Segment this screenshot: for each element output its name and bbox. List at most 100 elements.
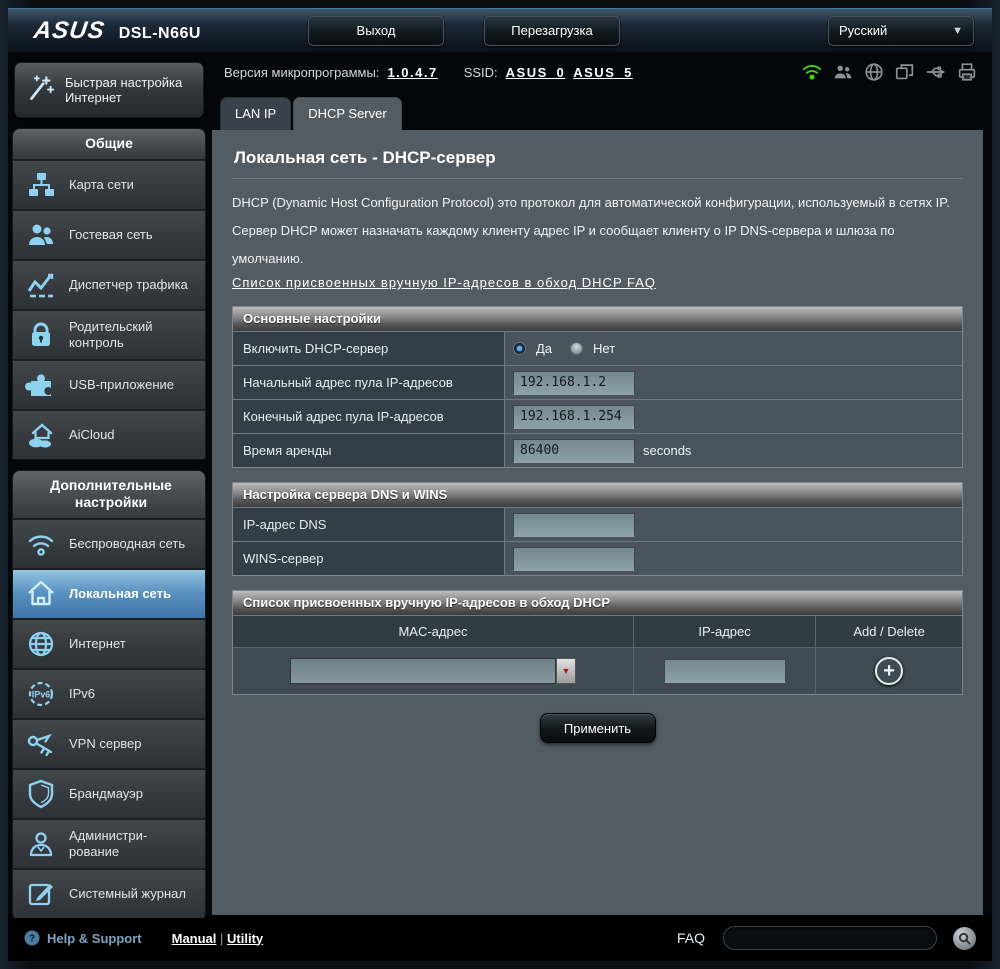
tab-bar: LAN IP DHCP Server [212,92,992,130]
sidebar-item-label: AiCloud [69,427,197,443]
faq-search-input[interactable] [734,931,926,945]
sidebar-item-wireless[interactable]: Беспроводная сеть [13,518,205,568]
sidebar-group-advanced: Дополнительные настройки Беспроводная се… [12,470,206,919]
sidebar-item-usb-application[interactable]: USB-приложение [13,359,205,409]
add-delete-column-header: Add / Delete [816,616,962,647]
manual-link[interactable]: Manual [172,931,217,946]
add-entry-button[interactable]: + [875,657,903,685]
cloud-home-icon [23,419,59,451]
chevron-down-icon: ▼ [952,25,963,37]
logout-button[interactable]: Выход [308,16,444,46]
manual-ip-input[interactable] [664,659,786,683]
globe-icon [23,628,59,660]
ipv6-icon: IPv6 [23,678,59,710]
sidebar-item-label: Карта сети [69,177,197,193]
tab-lan-ip[interactable]: LAN IP [220,97,291,130]
wins-input[interactable] [513,547,635,571]
shield-icon [23,778,59,810]
manual-entry-row: ▼ + [233,647,962,694]
sidebar-item-parental-control[interactable]: Родительский контроль [13,309,205,359]
footer-links: Manual | Utility [172,931,264,946]
lease-time-input[interactable] [513,439,635,463]
magnifier-icon [958,932,971,945]
sidebar-group-general: Общие Карта сети Гостевая сеть [12,128,206,460]
lease-time-label: Время аренды [233,434,505,467]
printer-status-icon[interactable] [956,61,978,83]
dhcp-no-radio[interactable] [570,342,583,355]
puzzle-icon [23,369,59,401]
sidebar-item-administration[interactable]: Администри- рование [13,818,205,868]
pool-end-row: Конечный адрес пула IP-адресов [233,399,962,433]
wins-row: WINS-сервер [233,541,962,575]
manual-assignment-header: Список присвоенных вручную IP-адресов в … [233,591,962,615]
app-window: ASUS DSL-N66U Выход Перезагрузка Русский… [8,8,992,961]
ssid-link-1[interactable]: ASUS_0 [506,65,566,80]
language-select[interactable]: Русский ▼ [828,16,974,46]
main-area: Версия микропрограммы: 1.0.4.7 SSID: ASU… [212,52,992,915]
sidebar-item-vpn-server[interactable]: VPN сервер [13,718,205,768]
mac-input[interactable] [290,658,556,684]
lease-unit-label: seconds [643,443,691,458]
links-separator: | [220,931,223,946]
sidebar-item-label: Гостевая сеть [69,227,197,243]
faq-search-button[interactable] [953,927,976,950]
pool-end-label: Конечный адрес пула IP-адресов [233,400,505,433]
sidebar-item-firewall[interactable]: Брандмауэр [13,768,205,818]
lan-ports-status-icon[interactable] [894,61,916,83]
network-map-icon [23,169,59,201]
tab-dhcp-server[interactable]: DHCP Server [293,97,402,130]
manual-assignment-faq-link[interactable]: Список присвоенных вручную IP-адресов в … [232,275,656,290]
brand: ASUS DSL-N66U [8,17,308,45]
mac-column-header: MAC-адрес [233,616,634,647]
language-value: Русский [839,23,887,38]
dhcp-yes-label: Да [536,341,552,356]
guest-network-icon [23,219,59,251]
sidebar-item-aicloud[interactable]: AiCloud [13,409,205,459]
mac-dropdown-button[interactable]: ▼ [556,658,576,684]
dns-input[interactable] [513,513,635,537]
sidebar-item-system-log[interactable]: Системный журнал [13,868,205,918]
pool-start-input[interactable] [513,371,635,395]
sidebar-item-internet[interactable]: Интернет [13,618,205,668]
sidebar-item-label: USB-приложение [69,377,197,393]
sidebar-item-guest-network[interactable]: Гостевая сеть [13,209,205,259]
svg-text:?: ? [29,934,35,945]
faq-label: FAQ [677,930,705,946]
help-support-link[interactable]: ? Help & Support [24,930,142,946]
apply-button[interactable]: Применить [540,713,656,743]
sidebar-item-network-map[interactable]: Карта сети [13,159,205,209]
sidebar-group-advanced-header: Дополнительные настройки [13,471,206,518]
usb-status-icon[interactable] [925,61,947,83]
help-support-label: Help & Support [47,931,142,946]
sidebar-item-label: Диспетчер трафика [69,277,197,293]
sidebar-item-ipv6[interactable]: IPv6 IPv6 [13,668,205,718]
enable-dhcp-row: Включить DHCP-сервер Да Нет [233,331,962,365]
sidebar-item-local-network[interactable]: Локальная сеть [13,568,205,618]
sidebar-item-label: Локальная сеть [69,586,197,602]
reboot-button[interactable]: Перезагрузка [484,16,620,46]
pool-end-input[interactable] [513,405,635,429]
clients-status-icon[interactable] [832,61,854,83]
plus-icon: + [883,661,895,681]
page-title: Локальная сеть - DHCP-сервер [232,144,963,178]
enable-dhcp-label: Включить DHCP-сервер [233,332,505,365]
log-pencil-icon [23,878,59,910]
ssid-label: SSID: [464,65,498,80]
dns-wins-header: Настройка сервера DNS и WINS [233,483,962,507]
sidebar-item-traffic-manager[interactable]: Диспетчер трафика [13,259,205,309]
firmware-label: Версия микропрограммы: [224,65,379,80]
ip-column-header: IP-адрес [634,616,816,647]
firmware-version-link[interactable]: 1.0.4.7 [387,65,437,80]
dns-label: IP-адрес DNS [233,508,505,541]
basic-settings-header: Основные настройки [233,307,962,331]
manual-assignment-section: Список присвоенных вручную IP-адресов в … [232,590,963,695]
sidebar-item-quick-setup[interactable]: Быстрая настройка Интернет [14,62,204,118]
internet-status-icon[interactable] [863,61,885,83]
dhcp-yes-radio[interactable] [513,342,526,355]
manual-table-header: MAC-адрес IP-адрес Add / Delete [233,615,962,647]
utility-link[interactable]: Utility [227,931,263,946]
wifi-status-icon[interactable] [801,61,823,83]
sidebar-group-general-header: Общие [13,129,205,159]
dns-row: IP-адрес DNS [233,507,962,541]
ssid-link-2[interactable]: ASUS_5 [573,65,633,80]
